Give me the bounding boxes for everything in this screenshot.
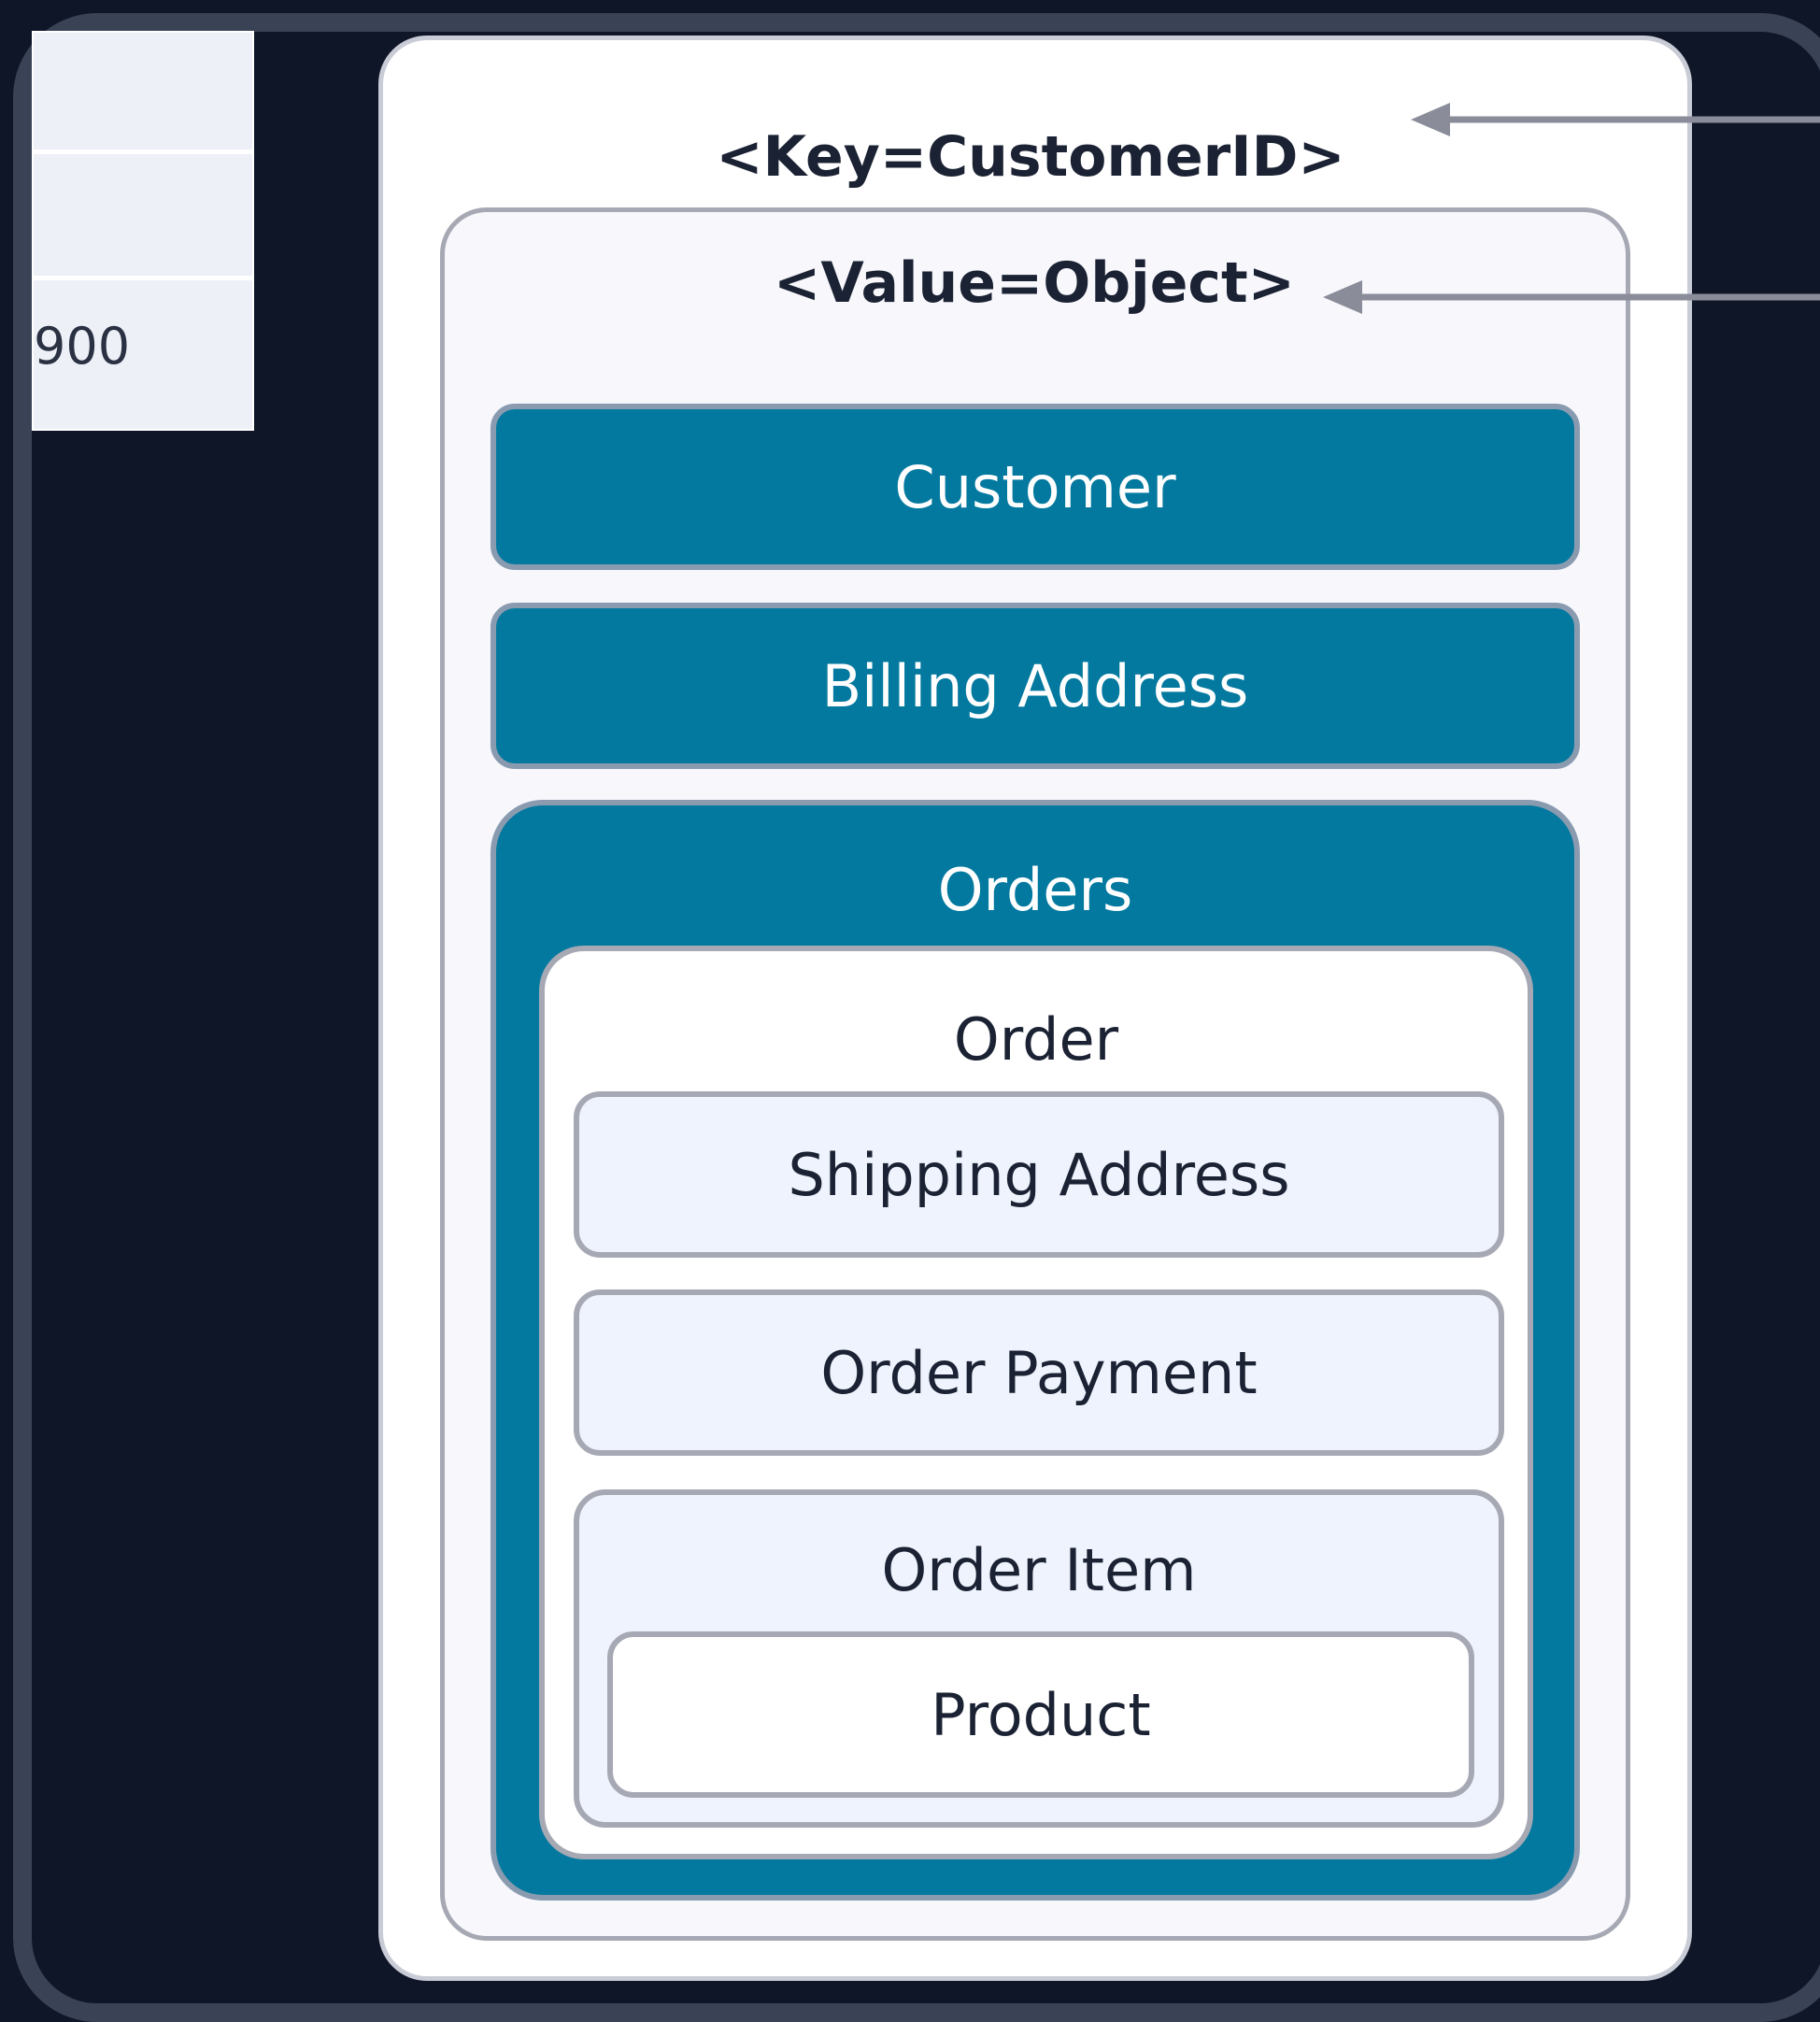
arrows-layer <box>1323 103 1820 314</box>
value-arrow <box>1323 280 1820 314</box>
key-arrow <box>1411 103 1820 136</box>
